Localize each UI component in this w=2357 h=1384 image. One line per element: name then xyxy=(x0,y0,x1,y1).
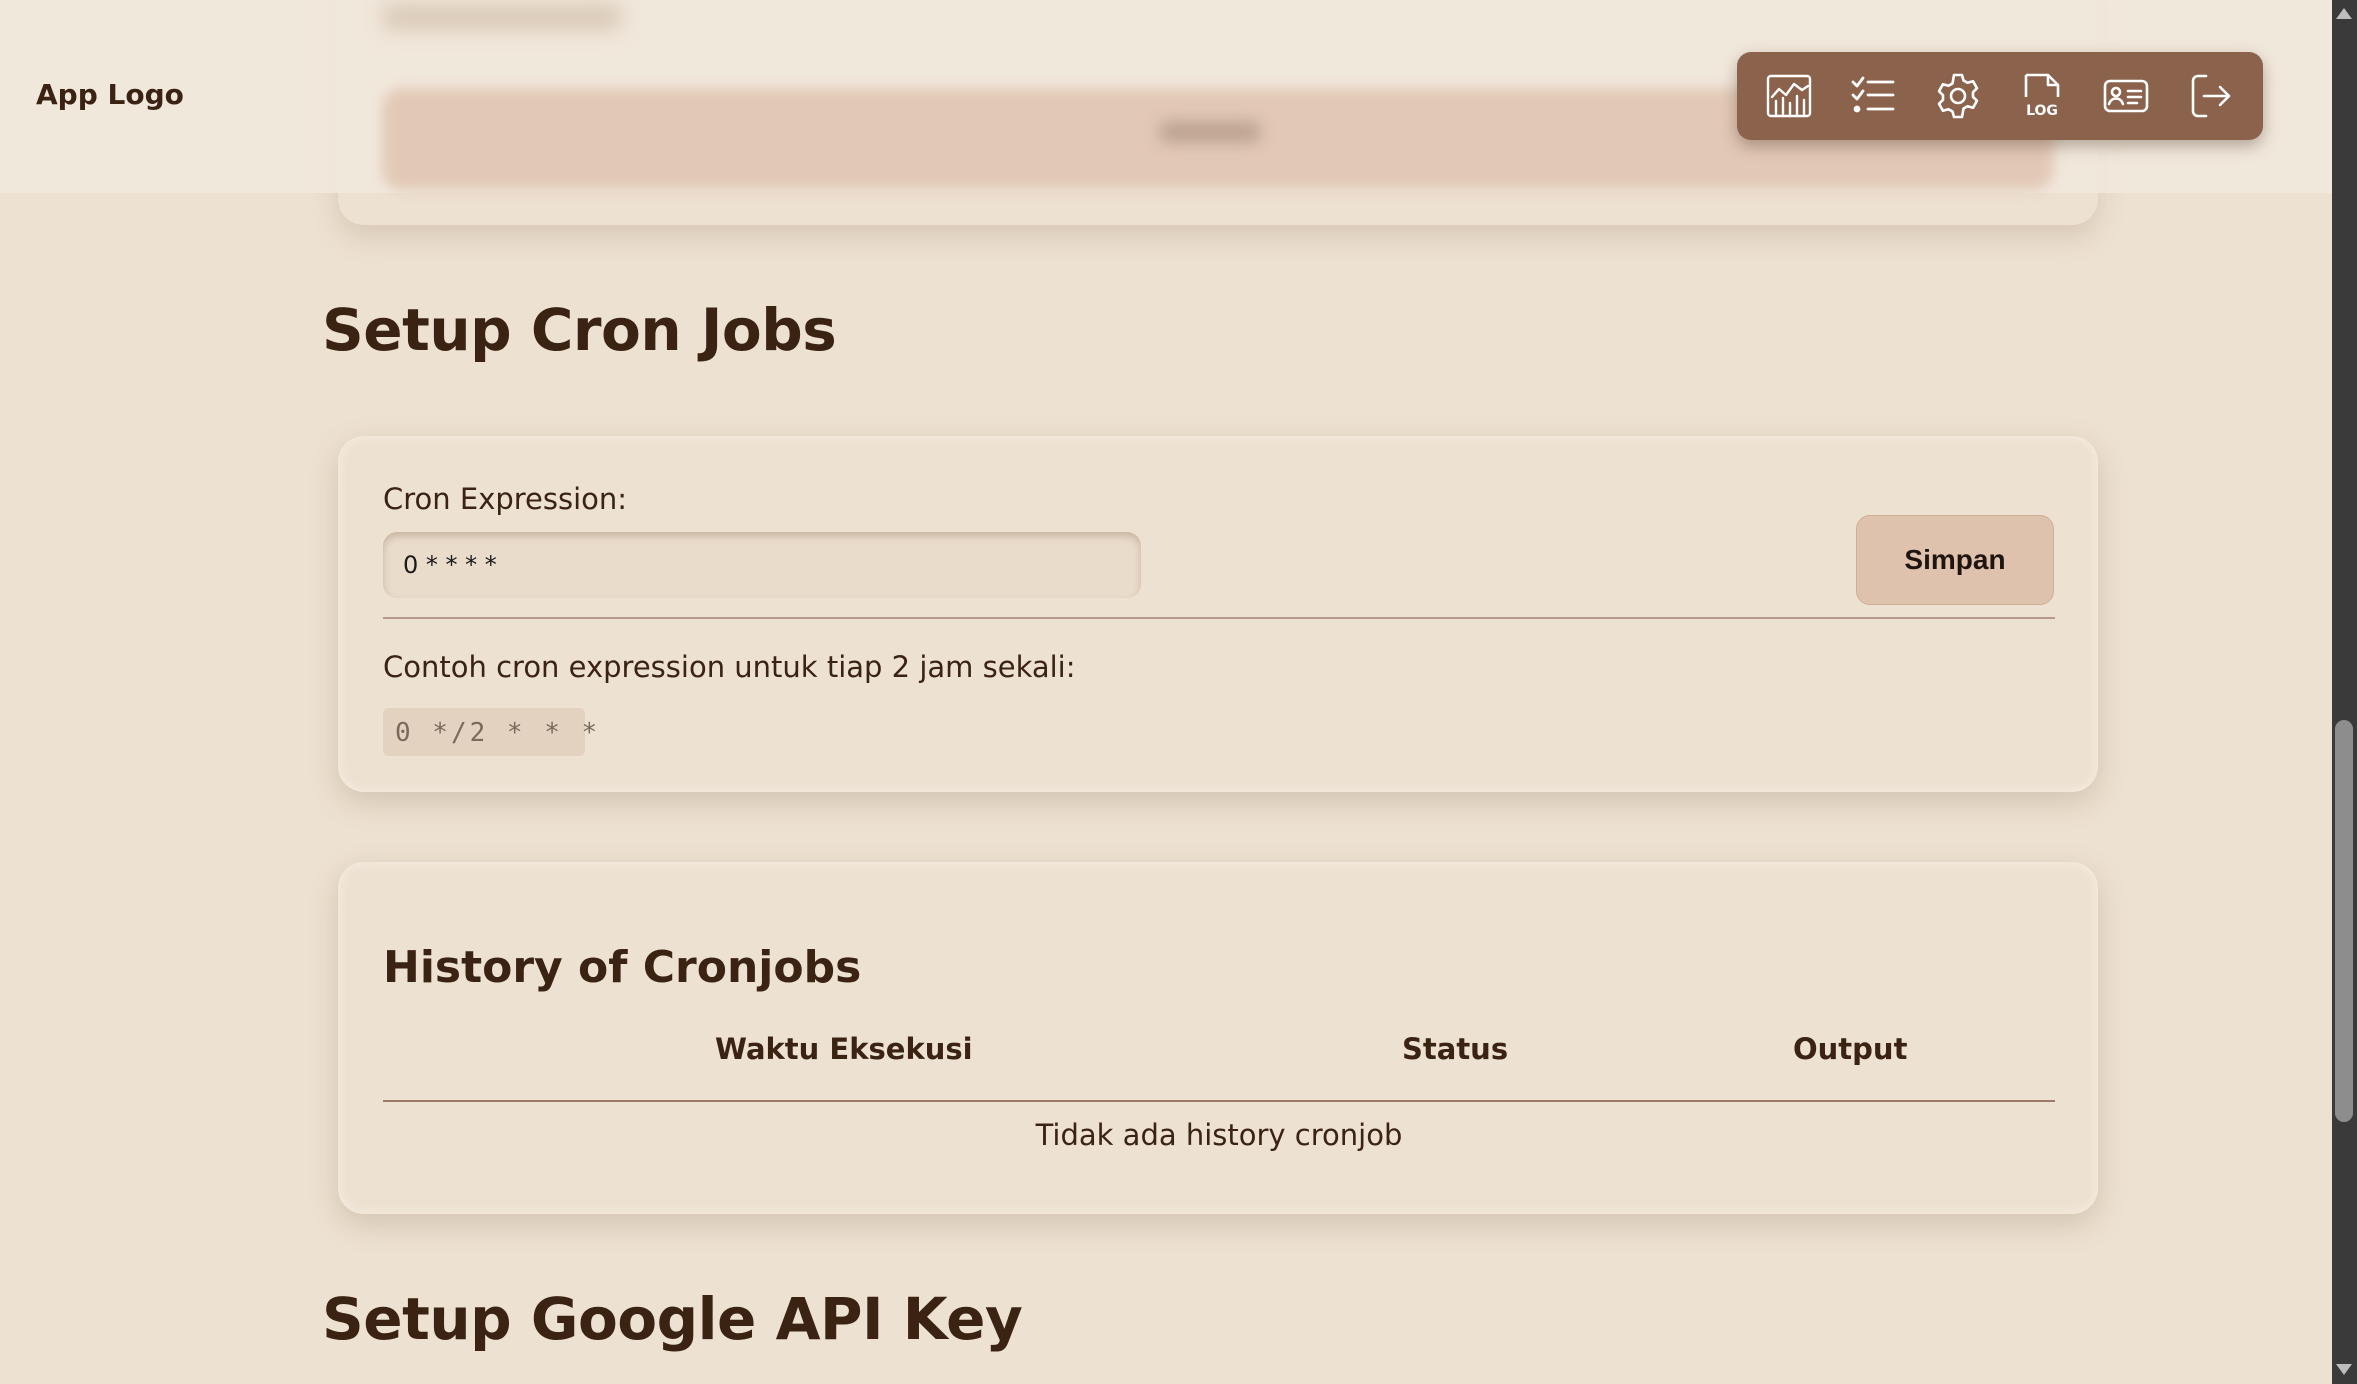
cron-divider xyxy=(383,617,2055,619)
scrollbar-track[interactable] xyxy=(2332,0,2357,1384)
scrollbar-thumb[interactable] xyxy=(2335,720,2353,1122)
nav-settings-button[interactable] xyxy=(1927,65,1989,127)
chart-icon xyxy=(1766,74,1812,118)
id-card-icon xyxy=(2104,79,2149,113)
history-title: History of Cronjobs xyxy=(383,942,862,993)
cron-section-title: Setup Cron Jobs xyxy=(322,296,837,364)
scroll-down-arrow-icon[interactable] xyxy=(2336,1364,2352,1375)
page: App Logo LOG Setup Cron Jobs Cron Expres… xyxy=(0,0,2332,1384)
nav-tasks-button[interactable] xyxy=(1842,65,1904,127)
blurred-button-label xyxy=(1160,122,1260,142)
svg-text:LOG: LOG xyxy=(2026,103,2058,119)
column-header-status: Status xyxy=(1402,1032,1509,1066)
google-section-title: Setup Google API Key xyxy=(322,1285,1023,1353)
cron-expression-input[interactable] xyxy=(383,532,1141,598)
app-logo[interactable]: App Logo xyxy=(36,78,184,111)
cron-expression-label: Cron Expression: xyxy=(383,482,628,516)
floating-nav: LOG xyxy=(1737,52,2263,140)
table-header-divider xyxy=(383,1100,2055,1102)
logout-icon xyxy=(2191,74,2231,118)
nav-logout-button[interactable] xyxy=(2180,65,2242,127)
nav-log-button[interactable]: LOG xyxy=(2011,65,2073,127)
nav-profile-button[interactable] xyxy=(2095,65,2157,127)
blurred-text xyxy=(382,4,622,30)
cron-example-hint: Contoh cron expression untuk tiap 2 jam … xyxy=(383,650,1076,684)
scroll-up-arrow-icon[interactable] xyxy=(2336,8,2352,19)
checklist-icon xyxy=(1852,76,1895,113)
save-button[interactable]: Simpan xyxy=(1856,515,2054,605)
nav-dashboard-button[interactable] xyxy=(1758,65,1820,127)
history-empty-message: Tidak ada history cronjob xyxy=(1035,1118,1403,1152)
cron-example-code: 0 */2 * * * xyxy=(383,708,597,756)
log-file-icon: LOG xyxy=(2024,73,2060,119)
gear-icon xyxy=(1937,73,1979,119)
column-header-waktu: Waktu Eksekusi xyxy=(715,1032,973,1066)
column-header-output: Output xyxy=(1793,1032,1908,1066)
